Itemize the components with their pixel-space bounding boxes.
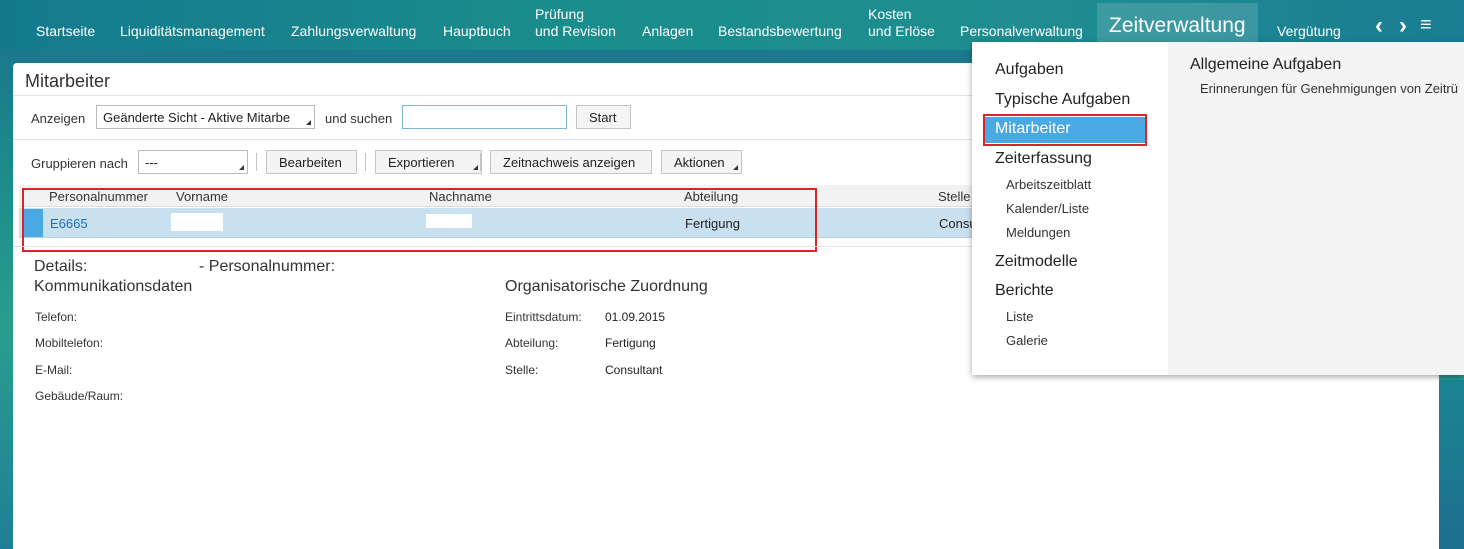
background-strip (1439, 380, 1464, 549)
column-header-stelle[interactable]: Stelle (938, 189, 971, 204)
start-button[interactable]: Start (576, 105, 631, 129)
search-input[interactable] (402, 105, 567, 129)
show-label: Anzeigen (31, 111, 86, 126)
entry-date-label: Eintrittsdatum: (505, 310, 582, 324)
edit-button[interactable]: Bearbeiten (266, 150, 357, 174)
export-button-label: Exportieren (388, 155, 455, 170)
nav-hauptbuch[interactable]: Hauptbuch (443, 23, 511, 40)
dropdown-arrow-icon (473, 165, 478, 170)
building-room-label: Gebäude/Raum: (35, 389, 124, 403)
approval-reminders-link[interactable]: Erinnerungen für Genehmigungen von Zeitr… (1200, 81, 1458, 96)
group-by-value: --- (145, 155, 158, 170)
department-value: Fertigung (605, 336, 656, 350)
actions-button-label: Aktionen (674, 155, 725, 170)
separator (365, 153, 366, 171)
column-header-nachname[interactable]: Nachname (429, 189, 492, 204)
view-select-value: Geänderte Sicht - Aktive Mitarbe (103, 110, 291, 125)
zeitverwaltung-dropdown-menu: Aufgaben Typische Aufgaben Mitarbeiter Z… (972, 42, 1464, 375)
export-button[interactable]: Exportieren (375, 150, 482, 174)
nav-zahlungsverwaltung[interactable]: Zahlungsverwaltung (291, 23, 416, 40)
nav-personalverwaltung[interactable]: Personalverwaltung (960, 23, 1083, 40)
mobile-label: Mobiltelefon: (35, 336, 104, 350)
menu-left-column: Aufgaben Typische Aufgaben Mitarbeiter Z… (972, 42, 1168, 375)
chevron-right-icon[interactable]: › (1399, 12, 1407, 40)
nav-zeitverwaltung[interactable]: Zeitverwaltung (1097, 3, 1258, 47)
menu-item-aufgaben[interactable]: Aufgaben (995, 61, 1064, 79)
phone-label: Telefon: (35, 310, 78, 324)
menu-item-berichte[interactable]: Berichte (995, 282, 1054, 300)
menu-subitem-kalender-liste[interactable]: Kalender/Liste (1006, 201, 1089, 216)
dropdown-arrow-icon (733, 165, 738, 170)
menu-icon[interactable]: ≡ (1420, 14, 1432, 37)
menu-item-mitarbeiter[interactable]: Mitarbeiter (985, 117, 1145, 143)
communication-heading: Kommunikationsdaten (34, 278, 193, 295)
position-cell: Consu (939, 216, 977, 231)
org-assignment-heading: Organisatorische Zuordnung (505, 278, 708, 295)
column-header-vorname[interactable]: Vorname (176, 189, 228, 204)
row-selector[interactable] (22, 209, 43, 237)
details-title-suffix: - Personalnummer: (199, 258, 336, 275)
nav-startseite[interactable]: Startseite (36, 23, 95, 40)
nav-liquiditaetsmanagement[interactable]: Liquiditätsmanagement (120, 23, 265, 40)
nav-label-line1: Kosten (868, 6, 912, 22)
separator (480, 153, 481, 171)
entry-date-value: 01.09.2015 (605, 310, 666, 324)
column-header-personalnummer[interactable]: Personalnummer (49, 189, 148, 204)
nav-bestandsbewertung[interactable]: Bestandsbewertung (718, 23, 842, 40)
department-cell: Fertigung (685, 216, 740, 231)
dropdown-arrow-icon (306, 120, 311, 125)
show-timesheet-button[interactable]: Zeitnachweis anzeigen (490, 150, 652, 174)
nav-kosten-und-erloese[interactable]: Kosten und Erlöse (868, 6, 935, 40)
dropdown-arrow-icon (239, 165, 244, 170)
email-label: E-Mail: (35, 363, 73, 377)
redacted-first-name (171, 213, 223, 231)
nav-pruefung-und-revision[interactable]: Prüfung und Revision (535, 6, 616, 40)
chevron-left-icon[interactable]: ‹ (1375, 12, 1383, 40)
department-label: Abteilung: (505, 336, 559, 350)
personalnummer-link[interactable]: E6665 (50, 216, 88, 231)
nav-anlagen[interactable]: Anlagen (642, 23, 693, 40)
menu-subitem-meldungen[interactable]: Meldungen (1006, 225, 1070, 240)
details-title-prefix: Details: (34, 258, 88, 275)
position-label: Stelle: (505, 363, 539, 377)
menu-item-zeiterfassung[interactable]: Zeiterfassung (995, 150, 1092, 168)
actions-button[interactable]: Aktionen (661, 150, 742, 174)
general-tasks-heading: Allgemeine Aufgaben (1190, 56, 1342, 73)
view-select[interactable]: Geänderte Sicht - Aktive Mitarbe (96, 105, 315, 129)
nav-verguetung[interactable]: Vergütung (1277, 23, 1341, 40)
page-title: Mitarbeiter (25, 71, 111, 91)
redacted-last-name (426, 214, 472, 228)
search-label: und suchen (325, 111, 393, 126)
menu-item-zeitmodelle[interactable]: Zeitmodelle (995, 253, 1078, 271)
group-by-label: Gruppieren nach (31, 156, 128, 171)
position-value: Consultant (605, 363, 663, 377)
column-header-abteilung[interactable]: Abteilung (684, 189, 738, 204)
menu-subitem-galerie[interactable]: Galerie (1006, 333, 1048, 348)
menu-subitem-liste[interactable]: Liste (1006, 309, 1033, 324)
group-by-select[interactable]: --- (138, 150, 248, 174)
nav-label-line2: und Erlöse (868, 23, 935, 39)
separator (256, 153, 257, 171)
nav-label-line1: Prüfung (535, 6, 585, 22)
menu-item-typische-aufgaben[interactable]: Typische Aufgaben (995, 91, 1130, 109)
menu-subitem-arbeitszeitblatt[interactable]: Arbeitszeitblatt (1006, 177, 1091, 192)
nav-label-line2: und Revision (535, 23, 616, 39)
